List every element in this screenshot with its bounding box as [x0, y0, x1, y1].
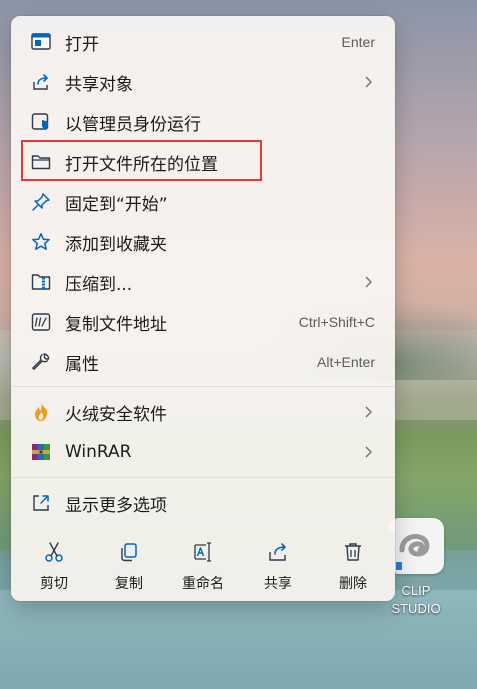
admin-shield-icon — [31, 112, 51, 132]
menu-item-share-with[interactable]: 共享对象 — [21, 64, 385, 100]
copy-button-label: 复制 — [115, 576, 143, 592]
menu-separator — [11, 386, 395, 387]
menu-item-label: 属性 — [65, 354, 99, 375]
desktop-shortcut-badge — [396, 562, 402, 570]
menu-item-label: 显示更多选项 — [65, 495, 167, 516]
menu-item-label: 火绒安全软件 — [65, 404, 167, 425]
context-menu-action-bar: 剪切 复制 重命名 共享 删除 — [11, 531, 395, 601]
menu-item-open-file-location[interactable]: 打开文件所在的位置 — [21, 144, 385, 180]
share-button-label: 共享 — [264, 576, 292, 592]
menu-item-compress-to[interactable]: 压缩到... — [21, 264, 385, 300]
chevron-right-icon — [365, 446, 372, 458]
menu-item-run-as-admin[interactable]: 以管理员身份运行 — [21, 104, 385, 140]
menu-item-label: 压缩到... — [65, 274, 133, 295]
menu-item-label: 以管理员身份运行 — [65, 114, 201, 135]
menu-item-label: 共享对象 — [65, 74, 133, 95]
more-options-icon — [31, 493, 51, 513]
menu-item-winrar[interactable]: WinRAR — [21, 434, 385, 470]
scissors-icon — [43, 541, 65, 563]
star-icon — [31, 232, 51, 252]
menu-item-show-more-options[interactable]: 显示更多选项 — [21, 485, 385, 521]
rename-button[interactable]: 重命名 — [168, 531, 238, 601]
menu-item-huorong[interactable]: 火绒安全软件 — [21, 394, 385, 430]
wrench-icon — [31, 352, 51, 372]
folder-icon — [31, 152, 51, 172]
huorong-flame-icon — [31, 402, 51, 422]
share-button[interactable]: 共享 — [243, 531, 313, 601]
chevron-right-icon — [365, 406, 372, 418]
menu-item-shortcut: Enter — [341, 34, 375, 50]
menu-item-label: 固定到“开始” — [65, 194, 168, 215]
menu-item-label: WinRAR — [65, 442, 132, 462]
rename-icon — [192, 541, 214, 563]
trash-icon — [342, 541, 364, 563]
zip-folder-icon — [31, 272, 51, 292]
copy-button[interactable]: 复制 — [94, 531, 164, 601]
menu-item-properties[interactable]: 属性 Alt+Enter — [21, 344, 385, 380]
menu-item-label: 打开文件所在的位置 — [65, 154, 218, 175]
copy-path-icon — [31, 312, 51, 332]
menu-item-copy-path[interactable]: 复制文件地址 Ctrl+Shift+C — [21, 304, 385, 340]
menu-item-label: 添加到收藏夹 — [65, 234, 167, 255]
menu-separator — [11, 477, 395, 478]
share-arrow-icon — [31, 72, 51, 92]
delete-button[interactable]: 删除 — [318, 531, 388, 601]
menu-item-add-to-favorites[interactable]: 添加到收藏夹 — [21, 224, 385, 260]
menu-item-label: 打开 — [65, 34, 99, 55]
menu-item-shortcut: Ctrl+Shift+C — [298, 314, 375, 330]
pin-icon — [31, 192, 51, 212]
rename-button-label: 重命名 — [182, 576, 224, 592]
share-icon — [267, 541, 289, 563]
winrar-icon — [31, 442, 51, 462]
menu-item-open[interactable]: 打开 Enter — [21, 24, 385, 60]
cut-button-label: 剪切 — [40, 576, 68, 592]
menu-item-shortcut: Alt+Enter — [317, 354, 375, 370]
menu-item-label: 复制文件地址 — [65, 314, 167, 335]
desktop-icon-label-line2: STUDIO — [391, 601, 441, 616]
context-menu: 打开 Enter 共享对象 以管理员身份运行 打开文件所在的位置 固定到“开始” — [11, 16, 395, 601]
cut-button[interactable]: 剪切 — [19, 531, 89, 601]
chevron-right-icon — [365, 276, 372, 288]
window-open-icon — [31, 32, 51, 52]
chevron-right-icon — [365, 76, 372, 88]
delete-button-label: 删除 — [339, 576, 367, 592]
copy-icon — [118, 541, 140, 563]
menu-item-pin-to-start[interactable]: 固定到“开始” — [21, 184, 385, 220]
